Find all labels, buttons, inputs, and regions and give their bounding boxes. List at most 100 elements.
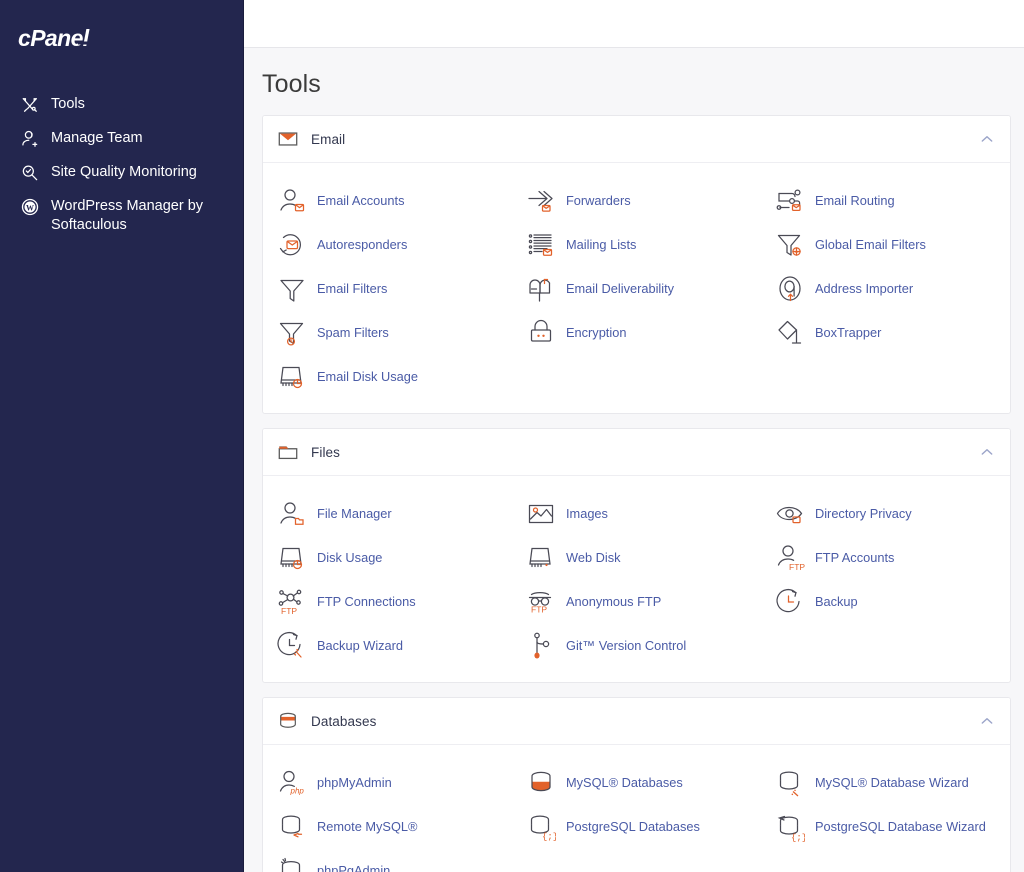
spam-filters-icon bbox=[277, 318, 307, 348]
section-body-email: Email Accounts Forwarders Email Routing … bbox=[263, 163, 1010, 413]
section-header-files[interactable]: Files bbox=[263, 429, 1010, 476]
tool-anonymous-ftp[interactable]: FTP Anonymous FTP bbox=[512, 580, 761, 624]
tool-boxtrapper[interactable]: BoxTrapper bbox=[761, 311, 1010, 355]
tool-ftp-accounts[interactable]: FTP FTP Accounts bbox=[761, 536, 1010, 580]
tool-label: Backup bbox=[814, 594, 858, 610]
tool-remote-mysql[interactable]: Remote MySQL® bbox=[263, 805, 512, 849]
tool-label: Git™ Version Control bbox=[565, 638, 687, 654]
tool-mysql-databases[interactable]: MySQL® Databases bbox=[512, 761, 761, 805]
tool-label: Email Accounts bbox=[317, 193, 405, 209]
tool-backup[interactable]: Backup bbox=[761, 580, 1010, 624]
disk-usage-icon bbox=[277, 543, 307, 573]
tool-encryption[interactable]: Encryption bbox=[512, 311, 761, 355]
anonymous-ftp-icon: FTP bbox=[526, 587, 556, 617]
svg-text:FTP: FTP bbox=[789, 562, 805, 572]
boxtrapper-icon bbox=[775, 318, 805, 348]
section-title: Databases bbox=[311, 713, 377, 729]
sidebar-item-label: WordPress Manager by Softaculous bbox=[51, 198, 204, 233]
phpmyadmin-icon: php bbox=[277, 768, 307, 798]
tool-email-accounts[interactable]: Email Accounts bbox=[263, 179, 512, 223]
sidebar-item-site-quality-monitoring[interactable]: Site Quality Monitoring bbox=[0, 156, 244, 190]
tool-git-version-control[interactable]: Git™ Version Control bbox=[512, 624, 761, 668]
svg-text:cPanel: cPanel bbox=[18, 26, 90, 51]
tool-address-importer[interactable]: Address Importer bbox=[761, 267, 1010, 311]
remote-mysql-icon bbox=[277, 812, 307, 842]
folder-icon bbox=[277, 441, 299, 463]
svg-text:{;}: {;} bbox=[791, 833, 805, 842]
tool-postgresql-database-wizard[interactable]: {;} PostgreSQL Database Wizard bbox=[761, 805, 1010, 849]
envelope-icon bbox=[277, 128, 299, 150]
tool-mailing-lists[interactable]: Mailing Lists bbox=[512, 223, 761, 267]
email-filters-icon bbox=[277, 274, 307, 304]
user-plus-icon bbox=[20, 129, 40, 149]
chevron-up-icon[interactable] bbox=[979, 444, 995, 460]
tool-label: Mailing Lists bbox=[565, 237, 637, 253]
tool-label: Forwarders bbox=[565, 193, 631, 209]
section-header-databases[interactable]: Databases bbox=[263, 698, 1010, 745]
tool-label: Email Routing bbox=[814, 193, 895, 209]
main-content: Tools Email Email Accounts Forwarders Em… bbox=[244, 0, 1024, 872]
tool-backup-wizard[interactable]: Backup Wizard bbox=[263, 624, 512, 668]
tool-postgresql-databases[interactable]: {;} PostgreSQL Databases bbox=[512, 805, 761, 849]
tool-disk-usage[interactable]: Disk Usage bbox=[263, 536, 512, 580]
email-deliverability-icon bbox=[526, 274, 556, 304]
sidebar-item-manage-team[interactable]: Manage Team bbox=[0, 122, 244, 156]
tool-label: Disk Usage bbox=[317, 550, 383, 566]
svg-text:FTP: FTP bbox=[281, 606, 297, 616]
cpanel-logo[interactable]: cPanel bbox=[0, 18, 244, 70]
sidebar-item-tools[interactable]: Tools bbox=[0, 88, 244, 122]
tool-ftp-connections[interactable]: FTP FTP Connections bbox=[263, 580, 512, 624]
chevron-up-icon[interactable] bbox=[979, 713, 995, 729]
autoresponders-icon bbox=[277, 230, 307, 260]
tool-phppgadmin[interactable]: {;} phpPgAdmin bbox=[263, 849, 512, 872]
sidebar-item-wordpress-manager[interactable]: W WordPress Manager by Softaculous bbox=[0, 190, 244, 242]
tool-label: FTP Connections bbox=[317, 594, 416, 610]
page-title: Tools bbox=[262, 70, 321, 98]
tool-label: Address Importer bbox=[814, 281, 914, 297]
tool-images[interactable]: Images bbox=[512, 492, 761, 536]
tool-label: MySQL® Databases bbox=[565, 775, 683, 791]
tool-label: Encryption bbox=[565, 325, 627, 341]
tool-label: phpMyAdmin bbox=[317, 775, 392, 791]
tool-email-disk-usage[interactable]: Email Disk Usage bbox=[263, 355, 512, 399]
tool-phpmyadmin[interactable]: php phpMyAdmin bbox=[263, 761, 512, 805]
backup-wizard-icon bbox=[277, 631, 307, 661]
top-bar bbox=[244, 0, 1024, 48]
section-body-files: File Manager Images Directory Privacy Di… bbox=[263, 476, 1010, 682]
tool-email-filters[interactable]: Email Filters bbox=[263, 267, 512, 311]
git-version-control-icon bbox=[526, 631, 556, 661]
phppgadmin-icon: {;} bbox=[277, 856, 307, 872]
tool-autoresponders[interactable]: Autoresponders bbox=[263, 223, 512, 267]
database-icon bbox=[277, 710, 299, 732]
tool-email-routing[interactable]: Email Routing bbox=[761, 179, 1010, 223]
tool-label: BoxTrapper bbox=[814, 325, 882, 341]
tool-label: Email Disk Usage bbox=[317, 369, 418, 385]
section-title: Files bbox=[311, 444, 341, 460]
tool-directory-privacy[interactable]: Directory Privacy bbox=[761, 492, 1010, 536]
tool-label: Global Email Filters bbox=[814, 237, 926, 253]
chevron-up-icon[interactable] bbox=[979, 131, 995, 147]
email-routing-icon bbox=[775, 186, 805, 216]
tool-email-deliverability[interactable]: Email Deliverability bbox=[512, 267, 761, 311]
sidebar-item-label: Manage Team bbox=[51, 130, 143, 146]
tool-label: Email Deliverability bbox=[565, 281, 675, 297]
images-icon bbox=[526, 499, 556, 529]
file-manager-icon bbox=[277, 499, 307, 529]
tool-forwarders[interactable]: Forwarders bbox=[512, 179, 761, 223]
tool-web-disk[interactable]: Web Disk bbox=[512, 536, 761, 580]
tool-label: phpPgAdmin bbox=[317, 863, 391, 872]
tool-label: Anonymous FTP bbox=[565, 594, 662, 610]
section-header-email[interactable]: Email bbox=[263, 116, 1010, 163]
tool-label: Backup Wizard bbox=[317, 638, 404, 654]
tool-label: Email Filters bbox=[317, 281, 388, 297]
tool-spam-filters[interactable]: Spam Filters bbox=[263, 311, 512, 355]
section-files: Files File Manager Images Directory Priv… bbox=[262, 428, 1011, 683]
postgresql-database-wizard-icon: {;} bbox=[775, 812, 805, 842]
tool-label: PostgreSQL Database Wizard bbox=[814, 819, 986, 835]
tool-mysql-database-wizard[interactable]: MySQL® Database Wizard bbox=[761, 761, 1010, 805]
tool-sections: Email Email Accounts Forwarders Email Ro… bbox=[244, 115, 1024, 872]
svg-text:W: W bbox=[26, 204, 34, 213]
tool-file-manager[interactable]: File Manager bbox=[263, 492, 512, 536]
tool-global-email-filters[interactable]: Global Email Filters bbox=[761, 223, 1010, 267]
svg-text:FTP: FTP bbox=[531, 605, 547, 615]
